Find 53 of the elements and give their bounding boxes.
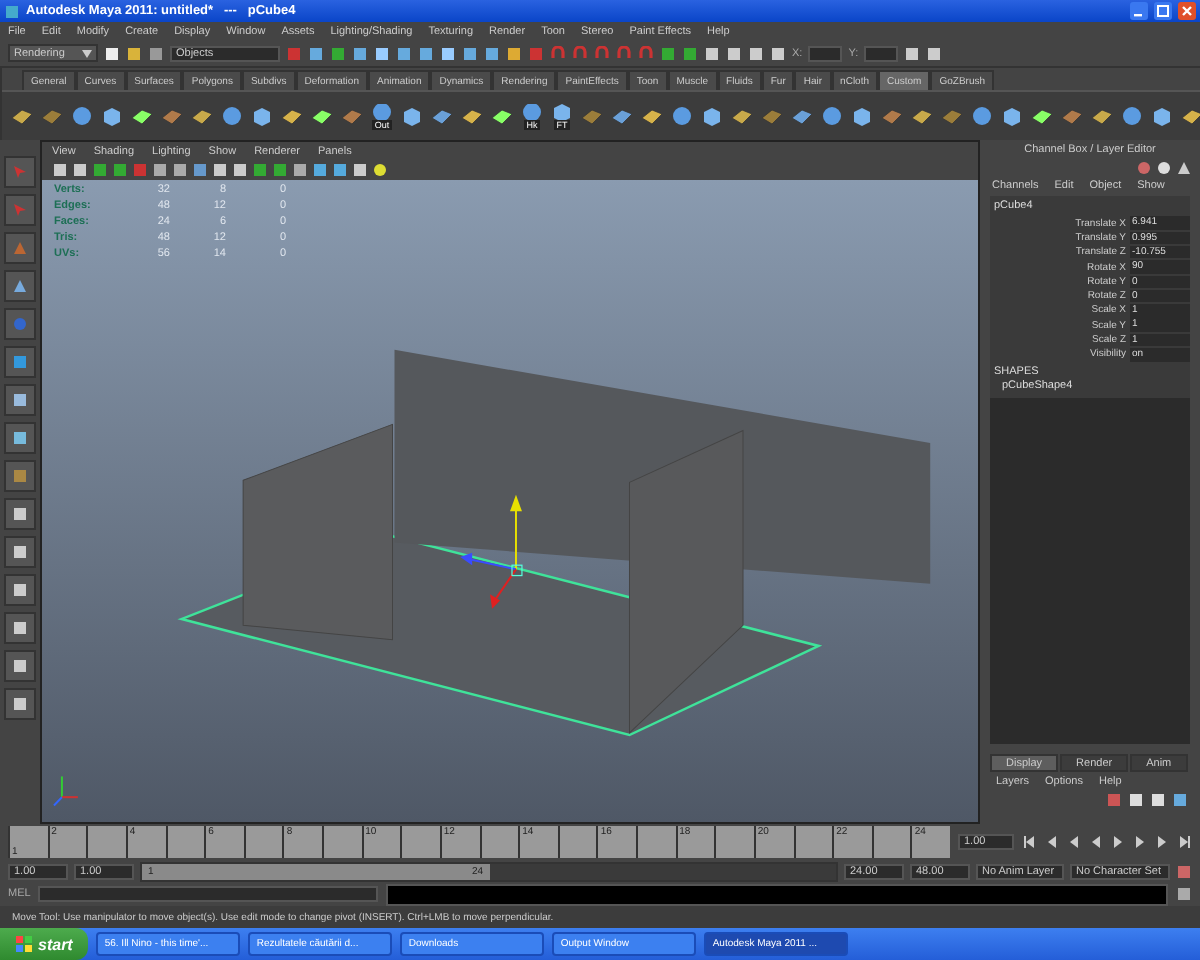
mesh-tool-icon[interactable] xyxy=(1180,104,1200,128)
mesh-tool-icon[interactable] xyxy=(430,104,454,128)
tool-button[interactable] xyxy=(4,536,36,568)
mesh-tool-icon[interactable] xyxy=(610,104,634,128)
close-icon[interactable] xyxy=(1178,2,1196,20)
mesh-tool-icon[interactable] xyxy=(1030,104,1054,128)
x-field[interactable] xyxy=(808,45,843,61)
tool-button[interactable] xyxy=(4,612,36,644)
move-manipulator[interactable] xyxy=(460,494,523,609)
sphere-icon[interactable] xyxy=(970,104,994,128)
mesh-tool-icon[interactable] xyxy=(460,104,484,128)
y-field[interactable] xyxy=(864,45,899,61)
maximize-icon[interactable] xyxy=(1154,2,1172,20)
mesh-tool-icon[interactable] xyxy=(280,104,304,128)
mesh-tool-icon[interactable] xyxy=(790,104,814,128)
play-icon[interactable] xyxy=(1110,834,1126,850)
sphere-icon[interactable] xyxy=(220,104,244,128)
tool-button[interactable] xyxy=(4,346,36,378)
mesh-tool-icon[interactable] xyxy=(1090,104,1114,128)
step-forward-icon[interactable] xyxy=(1154,834,1170,850)
step-back-icon[interactable] xyxy=(1044,834,1060,850)
windows-logo-icon xyxy=(16,936,32,952)
tool-button[interactable] xyxy=(4,384,36,416)
mesh-tool-icon[interactable] xyxy=(910,104,934,128)
previous-key-icon[interactable] xyxy=(1066,834,1082,850)
tool-button[interactable] xyxy=(4,460,36,492)
mesh-tool-icon[interactable] xyxy=(490,104,514,128)
tool-button[interactable] xyxy=(4,498,36,530)
skip-to-end-icon[interactable] xyxy=(1176,834,1192,850)
axis-gizmo xyxy=(53,776,78,807)
command-input[interactable] xyxy=(38,886,379,902)
next-key-icon[interactable] xyxy=(1132,834,1148,850)
caret-icon xyxy=(82,49,92,57)
sphere-icon[interactable] xyxy=(670,104,694,128)
tool-button[interactable] xyxy=(4,574,36,606)
mesh-tool-icon[interactable] xyxy=(310,104,334,128)
start-button[interactable]: start xyxy=(0,928,89,960)
mesh-tool-icon[interactable] xyxy=(10,104,34,128)
play-backward-icon[interactable] xyxy=(1088,834,1104,850)
mesh-tool-icon[interactable] xyxy=(190,104,214,128)
mesh-tool-icon[interactable] xyxy=(130,104,154,128)
tool-button[interactable] xyxy=(4,650,36,682)
tool-button[interactable] xyxy=(4,688,36,720)
tool-button[interactable] xyxy=(4,270,36,302)
mesh-tool-icon[interactable] xyxy=(730,104,754,128)
tool-button[interactable] xyxy=(4,422,36,454)
mesh-tool-icon[interactable] xyxy=(640,104,664,128)
circle-icon[interactable] xyxy=(1156,160,1172,176)
sphere-icon[interactable] xyxy=(1120,104,1144,128)
skip-to-start-icon[interactable] xyxy=(1022,834,1038,850)
sphere-icon[interactable] xyxy=(820,104,844,128)
sphere-icon[interactable] xyxy=(70,104,94,128)
minimize-icon[interactable] xyxy=(1130,2,1148,20)
